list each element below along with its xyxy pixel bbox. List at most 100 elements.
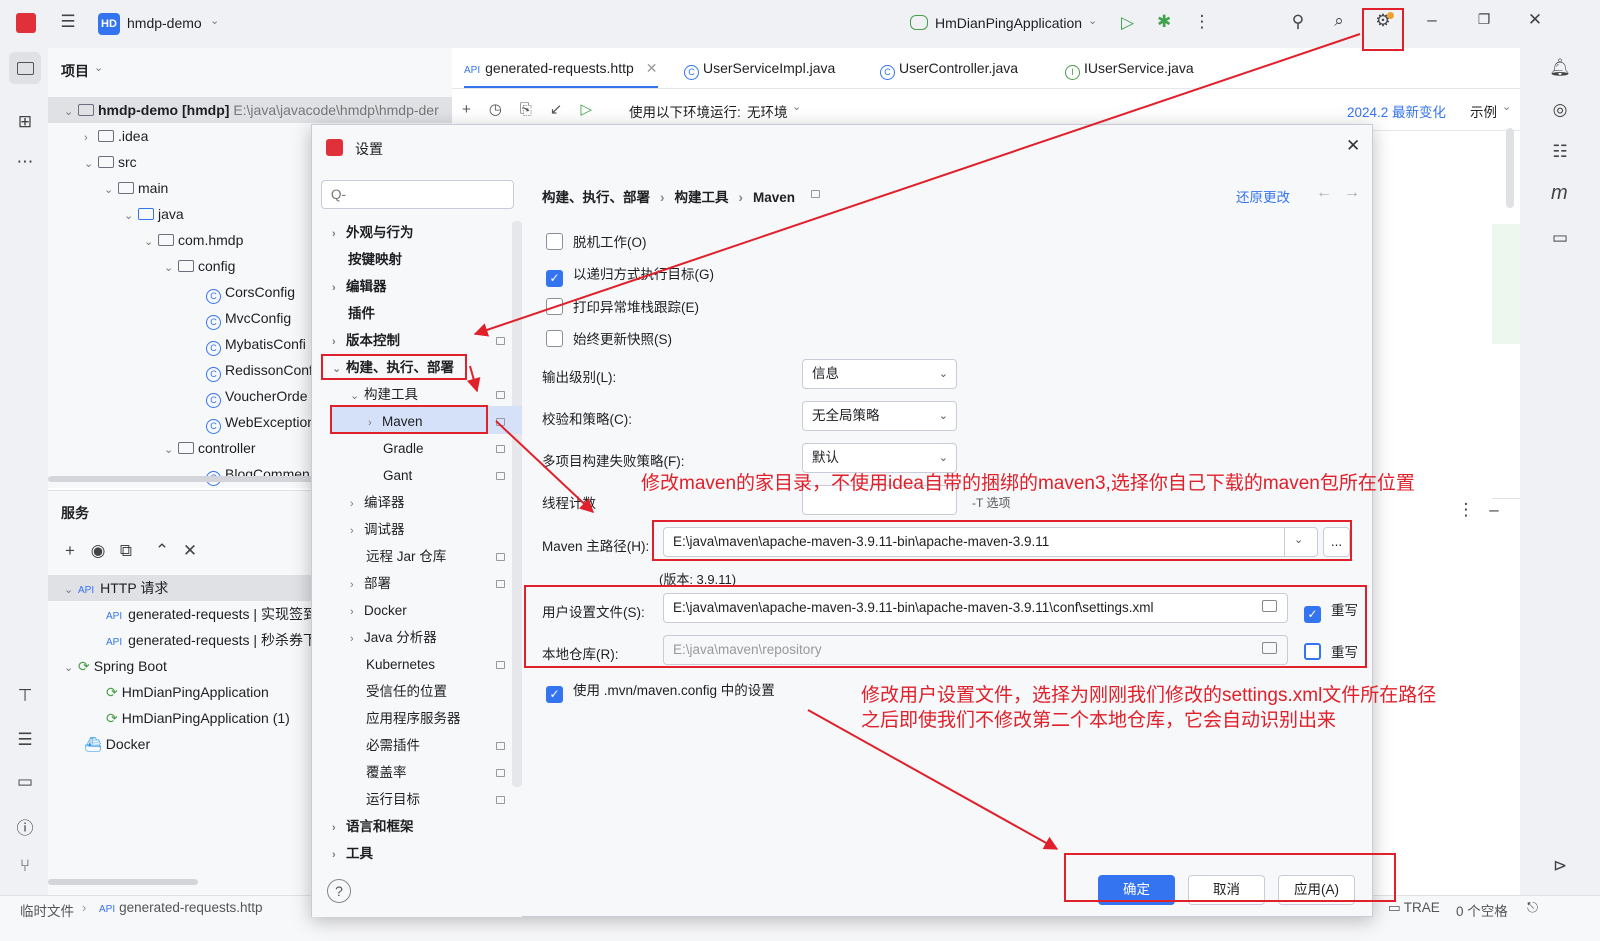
new-tab-icon[interactable]: ⧉: [116, 541, 136, 561]
chevron-down-icon[interactable]: ⌄: [1088, 14, 1097, 27]
nav-keymap[interactable]: 按键映射: [348, 246, 402, 273]
close-tab-icon[interactable]: ✕: [646, 60, 658, 76]
copy-icon[interactable]: ⎘: [520, 101, 532, 118]
services-app-item[interactable]: ⟳ HmDianPingApplication: [106, 679, 269, 705]
services-docker-item[interactable]: ⛴ Docker: [84, 731, 150, 757]
more-tools-icon[interactable]: ⋯: [13, 152, 37, 172]
tree-root[interactable]: ⌄ hmdp-demo [hmdp] E:\java\javacode\hmdp\…: [64, 97, 439, 123]
tree-item-class[interactable]: CBlogCommen: [206, 461, 310, 487]
nav-scrollbar[interactable]: [512, 221, 522, 787]
recursive-checkbox[interactable]: ✓ 以递归方式执行目标(G): [546, 263, 714, 287]
structure-icon[interactable]: ⊞: [13, 112, 37, 132]
search-icon[interactable]: ⌕: [1327, 11, 1351, 31]
nav-vcs[interactable]: › 版本控制: [332, 327, 400, 354]
vertical-scrollbar[interactable]: [1506, 128, 1514, 208]
nav-required-plugins[interactable]: 必需插件: [366, 732, 420, 759]
main-menu-icon[interactable]: ☰: [56, 12, 80, 32]
tab-generated-requests[interactable]: API generated-requests.http ✕: [464, 48, 658, 88]
tree-item-class[interactable]: C MvcConfig: [206, 305, 291, 331]
tree-item-main[interactable]: ⌄ main: [104, 175, 168, 201]
project-name[interactable]: hmdp-demo: [127, 15, 202, 31]
trae-status[interactable]: ▭ TRAE: [1388, 900, 1440, 916]
mvn-config-checkbox[interactable]: ✓ 使用 .mvn/maven.config 中的设置: [546, 679, 775, 703]
intellij-logo[interactable]: [16, 13, 36, 33]
nav-deployment[interactable]: › 部署: [350, 570, 391, 597]
tree-item-class[interactable]: C VoucherOrde: [206, 383, 308, 409]
maven-icon[interactable]: m: [1551, 182, 1568, 205]
history-icon[interactable]: ◷: [489, 100, 502, 118]
tab-usercontroller[interactable]: C UserController.java: [880, 48, 1018, 88]
problems-icon[interactable]: ⓘ: [13, 814, 37, 839]
services-http-group[interactable]: ⌄ API HTTP 请求: [64, 575, 168, 601]
chevron-down-icon[interactable]: ⌄: [792, 100, 801, 113]
nav-languages[interactable]: › 语言和框架: [332, 813, 414, 840]
nav-editor[interactable]: › 编辑器: [332, 273, 387, 300]
minimize-icon[interactable]: –: [1422, 10, 1442, 30]
update-snapshots-checkbox[interactable]: 始终更新快照(S): [546, 328, 672, 348]
checksum-select[interactable]: 无全局策略 ⌄: [802, 401, 957, 431]
chevron-down-icon[interactable]: ⌄: [210, 14, 219, 27]
tree-item-controller[interactable]: ⌄ controller: [164, 435, 256, 461]
breadcrumb-scratches[interactable]: 临时文件: [20, 900, 74, 920]
tab-iuserservice[interactable]: I IUserService.java: [1065, 48, 1194, 88]
add-icon[interactable]: +: [60, 541, 80, 561]
offline-checkbox[interactable]: 脱机工作(O): [546, 231, 647, 251]
close-icon[interactable]: ✕: [1346, 136, 1360, 156]
nav-remote-jar[interactable]: 远程 Jar 仓库: [366, 543, 446, 570]
chevron-down-icon[interactable]: ⌄: [94, 61, 103, 74]
services-app-item[interactable]: ⟳ HmDianPingApplication (1): [106, 705, 290, 731]
expand-all-icon[interactable]: ⌃: [152, 541, 172, 561]
notifications-icon[interactable]: 🔔︎: [1548, 58, 1572, 78]
nav-debugger[interactable]: › 调试器: [350, 516, 405, 543]
restore-icon[interactable]: ❐: [1474, 11, 1494, 28]
nav-docker[interactable]: › Docker: [350, 597, 407, 624]
breadcrumb-file[interactable]: API generated-requests.http: [99, 900, 262, 915]
database-icon[interactable]: ☰: [13, 730, 37, 750]
whats-new-link[interactable]: 2024.2 最新变化: [1347, 101, 1446, 121]
tree-item-java[interactable]: ⌄ java: [124, 201, 184, 227]
examples-menu[interactable]: 示例: [1470, 101, 1497, 121]
run-icon[interactable]: ▷: [1121, 13, 1134, 33]
tree-item-idea[interactable]: › .idea: [84, 123, 148, 149]
print-stack-trace-checkbox[interactable]: 打印异常堆栈跟踪(E): [546, 296, 699, 316]
add-icon[interactable]: +: [462, 101, 471, 118]
user-add-icon[interactable]: ⚲: [1286, 12, 1310, 32]
nav-tools[interactable]: › 工具: [332, 840, 373, 867]
debug-icon[interactable]: ✱: [1157, 12, 1171, 32]
more-icon[interactable]: ⋮: [1456, 500, 1476, 520]
minimize-panel-icon[interactable]: –: [1484, 500, 1504, 520]
ai-assistant-icon[interactable]: ◎: [1548, 100, 1572, 120]
terminal-icon[interactable]: ▭: [13, 772, 37, 792]
nav-plugins[interactable]: 插件: [348, 300, 375, 327]
help-button[interactable]: ?: [327, 879, 351, 903]
tree-item-package[interactable]: ⌄ com.hmdp: [144, 227, 243, 253]
nav-kubernetes[interactable]: Kubernetes: [366, 651, 435, 678]
git-icon[interactable]: ⑂: [13, 856, 37, 876]
close-window-icon[interactable]: ✕: [1525, 10, 1545, 30]
nav-app-servers[interactable]: 应用程序服务器: [366, 705, 461, 732]
nav-gant[interactable]: Gant: [383, 462, 412, 489]
tree-item-class[interactable]: C MybatisConfi: [206, 331, 306, 357]
nav-gradle[interactable]: Gradle: [383, 435, 424, 462]
chevron-down-icon[interactable]: ⌄: [1502, 100, 1511, 113]
nav-coverage[interactable]: 覆盖率: [366, 759, 407, 786]
play-circle-icon[interactable]: ⊳: [1548, 856, 1572, 876]
settings-search-input[interactable]: Q-: [321, 180, 514, 209]
indent-status[interactable]: 0 个空格: [1456, 900, 1508, 920]
lock-icon[interactable]: ⎋: [1527, 899, 1538, 916]
tree-item-class[interactable]: C RedissonConf: [206, 357, 313, 383]
tab-userserviceimpl[interactable]: C UserServiceImpl.java: [684, 48, 835, 88]
nav-compiler[interactable]: › 编译器: [350, 489, 405, 516]
more-icon[interactable]: ⋮: [1192, 12, 1212, 32]
tree-item-src[interactable]: ⌄ src: [84, 149, 137, 175]
build-icon[interactable]: ⊤: [13, 686, 37, 706]
horizontal-scrollbar[interactable]: [48, 476, 348, 482]
env-select[interactable]: 无环境: [747, 101, 788, 121]
nav-java-profiler[interactable]: › Java 分析器: [350, 624, 437, 651]
multi-project-fail-select[interactable]: 默认 ⌄: [802, 443, 957, 473]
run-all-icon[interactable]: ▷: [580, 100, 592, 118]
services-request-item[interactable]: API generated-requests | 实现签到: [106, 601, 317, 627]
nav-appearance[interactable]: › 外观与行为: [332, 219, 414, 246]
tree-item-class[interactable]: C WebException: [206, 409, 315, 435]
services-spring-group[interactable]: ⌄ ⟳ Spring Boot: [64, 653, 167, 679]
